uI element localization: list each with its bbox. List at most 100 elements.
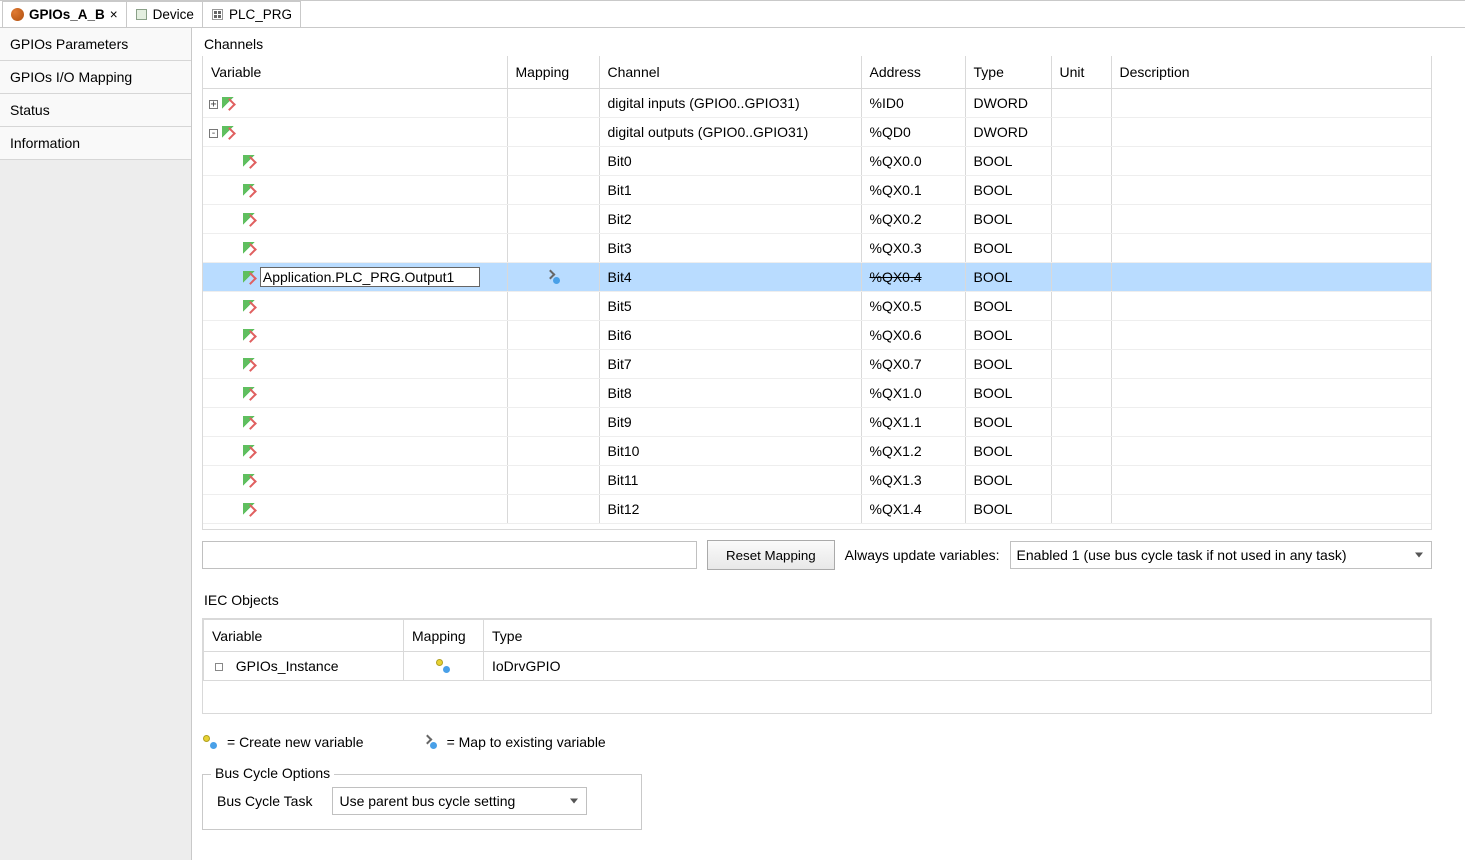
- legend-exist-label: = Map to existing variable: [447, 734, 606, 750]
- output-icon: [243, 184, 256, 197]
- channel-cell: Bit7: [599, 349, 861, 378]
- sidebar-item-information[interactable]: Information: [0, 127, 191, 160]
- map-new-icon: [204, 736, 217, 749]
- output-icon: [243, 445, 256, 458]
- table-row[interactable]: Bit3%QX0.3BOOL: [203, 233, 1431, 262]
- output-icon: [243, 300, 256, 313]
- tab-label: PLC_PRG: [229, 7, 292, 22]
- table-row[interactable]: Bit8%QX1.0BOOL: [203, 378, 1431, 407]
- output-icon: [243, 329, 256, 342]
- table-row[interactable]: Bit1%QX0.1BOOL: [203, 175, 1431, 204]
- table-row[interactable]: Bit7%QX0.7BOOL: [203, 349, 1431, 378]
- channel-cell: Bit1: [599, 175, 861, 204]
- update-variables-select[interactable]: Enabled 1 (use bus cycle task if not use…: [1010, 541, 1432, 569]
- col-description[interactable]: Description: [1111, 56, 1431, 88]
- unit-cell: [1051, 233, 1111, 262]
- description-cell: [1111, 233, 1431, 262]
- unit-cell: [1051, 407, 1111, 436]
- channel-cell: Bit9: [599, 407, 861, 436]
- address-cell: %ID0: [861, 88, 965, 117]
- address-cell: %QX1.3: [861, 465, 965, 494]
- type-cell: BOOL: [965, 233, 1051, 262]
- col-type[interactable]: Type: [965, 56, 1051, 88]
- table-row[interactable]: Bit0%QX0.0BOOL: [203, 146, 1431, 175]
- output-icon: [243, 474, 256, 487]
- description-cell: [1111, 262, 1431, 291]
- channels-title: Channels: [202, 36, 1465, 56]
- legend-new-label: = Create new variable: [227, 734, 364, 750]
- legend: = Create new variable = Map to existing …: [202, 734, 1465, 750]
- col-mapping[interactable]: Mapping: [507, 56, 599, 88]
- tree-toggle-icon[interactable]: +: [209, 100, 218, 109]
- type-cell: BOOL: [965, 349, 1051, 378]
- iec-row[interactable]: GPIOs_Instance IoDrvGPIO: [204, 652, 1431, 681]
- bus-cycle-task-label: Bus Cycle Task: [217, 793, 312, 809]
- iec-variable: GPIOs_Instance: [236, 658, 339, 674]
- address-cell: %QX0.6: [861, 320, 965, 349]
- channel-cell: Bit10: [599, 436, 861, 465]
- map-exist-icon: [547, 271, 560, 284]
- table-row[interactable]: + digital inputs (GPIO0..GPIO31)%ID0DWOR…: [203, 88, 1431, 117]
- table-row[interactable]: Bit11%QX1.3BOOL: [203, 465, 1431, 494]
- unit-cell: [1051, 494, 1111, 523]
- sidebar: GPIOs Parameters GPIOs I/O Mapping Statu…: [0, 28, 192, 860]
- channel-cell: Bit8: [599, 378, 861, 407]
- col-variable[interactable]: Variable: [203, 56, 507, 88]
- address-cell: %QX0.1: [861, 175, 965, 204]
- unit-cell: [1051, 117, 1111, 146]
- map-exist-icon: [424, 736, 437, 749]
- output-icon: [243, 242, 256, 255]
- channel-cell: Bit4: [599, 262, 861, 291]
- description-cell: [1111, 204, 1431, 233]
- col-unit[interactable]: Unit: [1051, 56, 1111, 88]
- address-cell: %QX1.4: [861, 494, 965, 523]
- unit-cell: [1051, 378, 1111, 407]
- description-cell: [1111, 175, 1431, 204]
- output-icon: [222, 126, 235, 139]
- tab-gpios[interactable]: GPIOs_A_B ×: [2, 1, 127, 27]
- table-row[interactable]: Bit5%QX0.5BOOL: [203, 291, 1431, 320]
- address-cell: %QX1.1: [861, 407, 965, 436]
- tab-device[interactable]: Device: [126, 1, 203, 27]
- filter-input[interactable]: [202, 541, 697, 569]
- tab-label: GPIOs_A_B: [29, 7, 105, 22]
- table-row[interactable]: Bit10%QX1.2BOOL: [203, 436, 1431, 465]
- table-row[interactable]: - digital outputs (GPIO0..GPIO31)%QD0DWO…: [203, 117, 1431, 146]
- channels-table: Variable Mapping Channel Address Type Un…: [203, 56, 1431, 524]
- tab-plcprg[interactable]: PLC_PRG: [202, 1, 301, 27]
- unit-cell: [1051, 262, 1111, 291]
- col-address[interactable]: Address: [861, 56, 965, 88]
- description-cell: [1111, 117, 1431, 146]
- type-cell: BOOL: [965, 320, 1051, 349]
- iec-col-variable[interactable]: Variable: [204, 620, 404, 652]
- output-icon: [243, 213, 256, 226]
- channels-table-wrap: Variable Mapping Channel Address Type Un…: [202, 56, 1432, 530]
- address-cell: %QD0: [861, 117, 965, 146]
- sidebar-item-io-mapping[interactable]: GPIOs I/O Mapping: [0, 61, 191, 94]
- bus-cycle-options: Bus Cycle Options Bus Cycle Task Use par…: [202, 774, 642, 830]
- table-row[interactable]: Bit12%QX1.4BOOL: [203, 494, 1431, 523]
- table-row[interactable]: Bit6%QX0.6BOOL: [203, 320, 1431, 349]
- device-icon: [135, 8, 148, 21]
- table-row[interactable]: Bit9%QX1.1BOOL: [203, 407, 1431, 436]
- reset-mapping-button[interactable]: Reset Mapping: [707, 540, 835, 570]
- output-icon: [243, 271, 256, 284]
- table-row[interactable]: Bit2%QX0.2BOOL: [203, 204, 1431, 233]
- bus-cycle-task-select[interactable]: Use parent bus cycle setting: [332, 787, 587, 815]
- type-cell: BOOL: [965, 175, 1051, 204]
- col-channel[interactable]: Channel: [599, 56, 861, 88]
- iec-col-type[interactable]: Type: [484, 620, 1431, 652]
- sidebar-item-parameters[interactable]: GPIOs Parameters: [0, 28, 191, 61]
- sidebar-item-status[interactable]: Status: [0, 94, 191, 127]
- map-new-icon: [437, 660, 450, 673]
- iec-type: IoDrvGPIO: [484, 652, 1431, 681]
- table-row[interactable]: Application.PLC_PRG.Output1Bit4%QX0.4BOO…: [203, 262, 1431, 291]
- type-cell: BOOL: [965, 378, 1051, 407]
- unit-cell: [1051, 291, 1111, 320]
- description-cell: [1111, 291, 1431, 320]
- variable-editbox[interactable]: Application.PLC_PRG.Output1: [260, 267, 480, 287]
- tree-toggle-icon[interactable]: -: [209, 129, 218, 138]
- iec-col-mapping[interactable]: Mapping: [404, 620, 484, 652]
- unit-cell: [1051, 204, 1111, 233]
- close-icon[interactable]: ×: [110, 7, 118, 22]
